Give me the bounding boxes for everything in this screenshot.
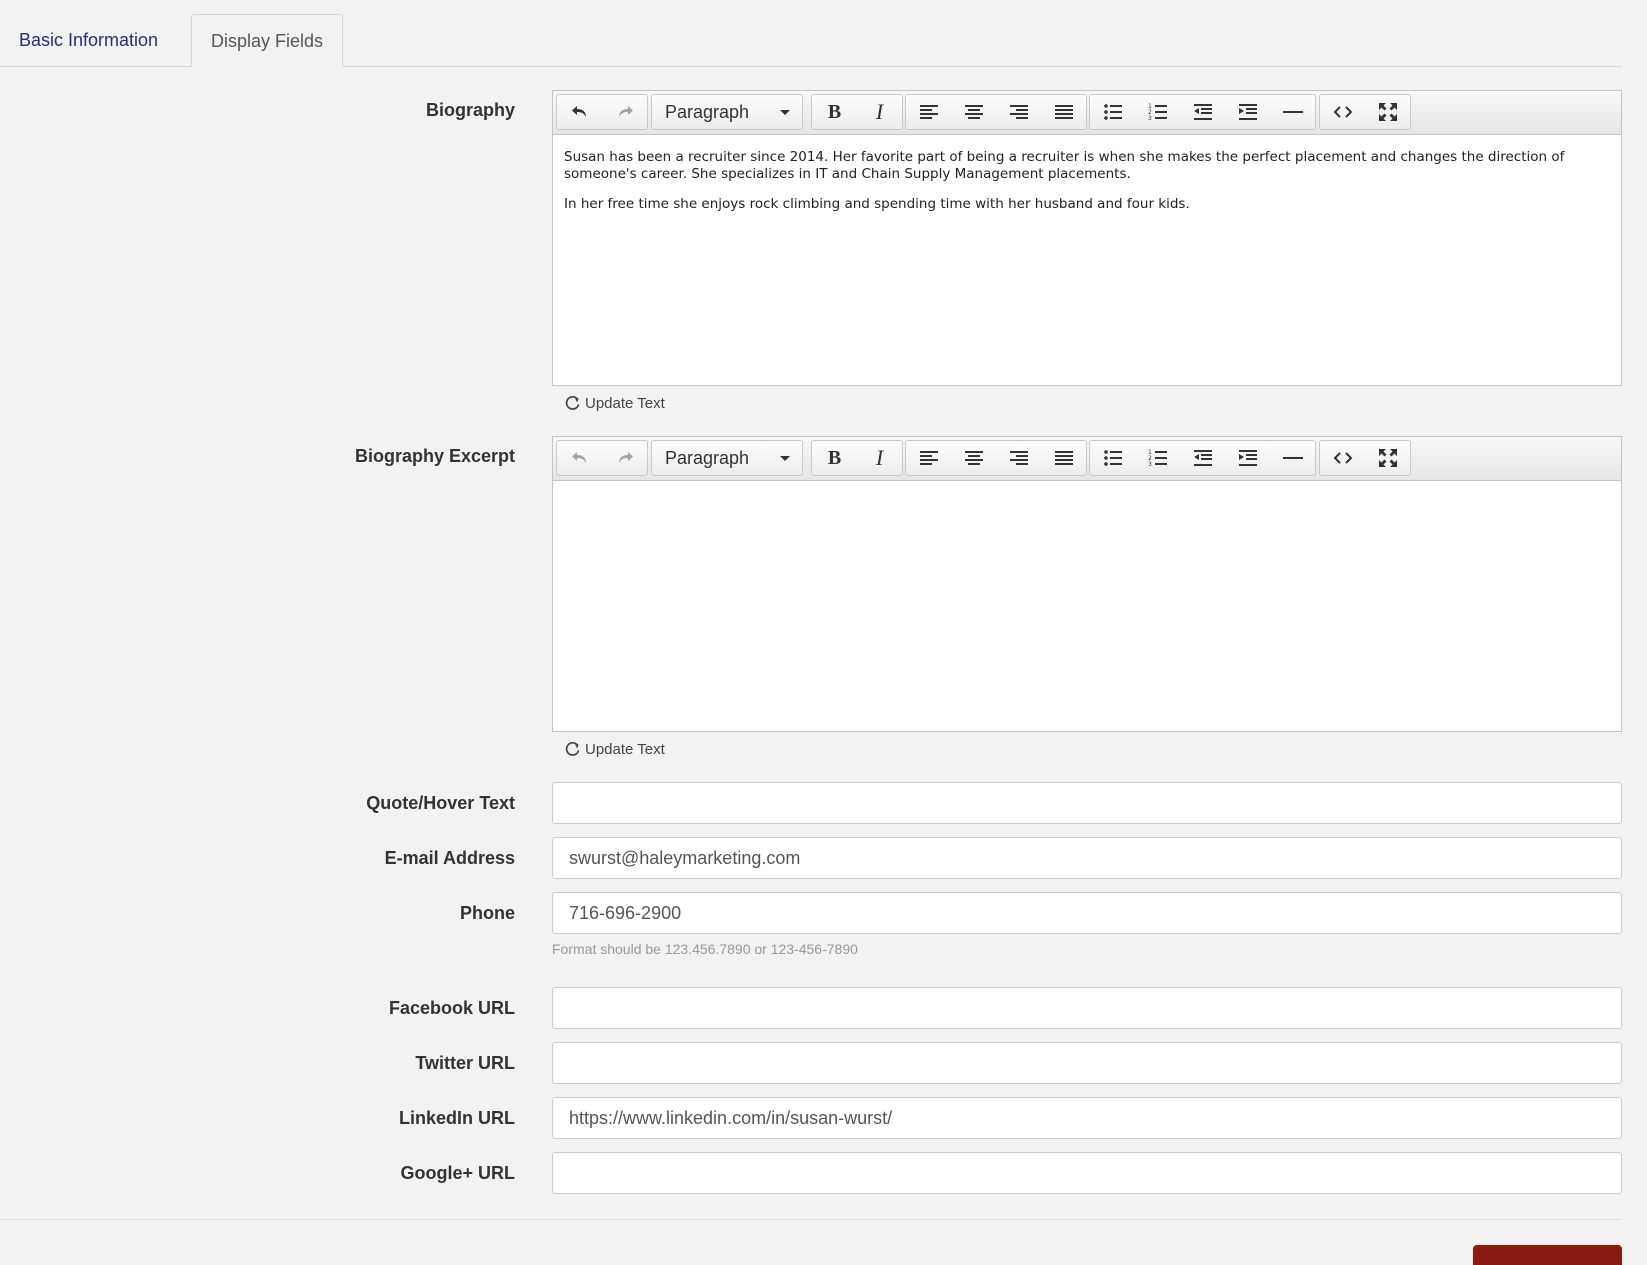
update-text-label: Update Text: [585, 741, 665, 758]
phone-format-help: Format should be 123.456.7890 or 123-456…: [552, 941, 858, 957]
biography-paragraph: In her free time she enjoys rock climbin…: [564, 196, 1190, 212]
bold-icon[interactable]: B: [812, 441, 857, 475]
tab-display-fields[interactable]: Display Fields: [191, 14, 344, 67]
align-group: [905, 94, 1087, 130]
source-code-icon[interactable]: [1320, 441, 1365, 475]
biography-editor: Paragraph B I 123 Susan has been a recru…: [552, 90, 1622, 386]
phone-input[interactable]: [552, 892, 1622, 934]
format-select-label: Paragraph: [665, 101, 750, 122]
email-label: E-mail Address: [384, 848, 515, 868]
facebook-label: Facebook URL: [388, 998, 515, 1018]
format-select[interactable]: Paragraph: [652, 441, 802, 475]
bullet-list-icon[interactable]: [1090, 95, 1135, 129]
style-group: B I: [811, 440, 903, 476]
indent-icon[interactable]: [1225, 441, 1270, 475]
refresh-icon: [565, 396, 580, 410]
align-justify-icon[interactable]: [1041, 441, 1086, 475]
source-code-icon[interactable]: [1320, 95, 1365, 129]
align-left-icon[interactable]: [906, 95, 951, 129]
biography-excerpt-content[interactable]: [553, 481, 1621, 509]
editor-toolbar: Paragraph B I 123: [553, 437, 1621, 481]
linkedin-label: LinkedIn URL: [399, 1108, 515, 1128]
list-group: 123: [1089, 94, 1316, 130]
format-select-label: Paragraph: [665, 447, 750, 468]
format-group: Paragraph: [651, 94, 803, 130]
bold-icon[interactable]: B: [812, 95, 857, 129]
list-group: 123: [1089, 440, 1316, 476]
fullscreen-icon[interactable]: [1365, 95, 1410, 129]
update-text-button[interactable]: Update Text: [565, 741, 665, 758]
bullet-list-icon[interactable]: [1090, 441, 1135, 475]
save-button[interactable]: [1473, 1245, 1622, 1265]
footer-divider: [0, 1219, 1622, 1220]
update-text-label: Update Text: [585, 395, 665, 412]
align-center-icon[interactable]: [951, 441, 996, 475]
redo-icon[interactable]: [602, 95, 647, 129]
outdent-icon[interactable]: [1180, 441, 1225, 475]
biography-excerpt-label: Biography Excerpt: [354, 446, 515, 466]
editor-toolbar: Paragraph B I 123: [553, 91, 1621, 135]
italic-icon[interactable]: I: [857, 441, 902, 475]
numbered-list-icon[interactable]: 123: [1135, 441, 1180, 475]
outdent-icon[interactable]: [1180, 95, 1225, 129]
biography-excerpt-editor: Paragraph B I 123: [552, 436, 1622, 732]
fullscreen-icon[interactable]: [1365, 441, 1410, 475]
twitter-input[interactable]: [552, 1042, 1622, 1084]
align-left-icon[interactable]: [906, 441, 951, 475]
biography-paragraph: Susan has been a recruiter since 2014. H…: [564, 149, 1565, 182]
redo-icon[interactable]: [602, 441, 647, 475]
indent-icon[interactable]: [1225, 95, 1270, 129]
undo-icon[interactable]: [557, 95, 602, 129]
svg-text:3: 3: [1148, 115, 1152, 122]
refresh-icon: [565, 742, 580, 756]
style-group: B I: [811, 94, 903, 130]
horizontal-rule-icon[interactable]: [1270, 95, 1315, 129]
align-center-icon[interactable]: [951, 95, 996, 129]
history-group: [556, 440, 648, 476]
svg-text:3: 3: [1148, 461, 1152, 468]
italic-icon[interactable]: I: [857, 95, 902, 129]
align-right-icon[interactable]: [996, 441, 1041, 475]
twitter-label: Twitter URL: [415, 1053, 515, 1073]
view-group: [1319, 94, 1411, 130]
tab-bar: Basic Information Display Fields: [0, 0, 1622, 67]
quote-input[interactable]: [552, 782, 1622, 824]
biography-content[interactable]: Susan has been a recruiter since 2014. H…: [553, 135, 1621, 240]
view-group: [1319, 440, 1411, 476]
align-group: [905, 440, 1087, 476]
google-plus-label: Google+ URL: [400, 1163, 515, 1183]
biography-label: Biography: [425, 100, 515, 120]
align-right-icon[interactable]: [996, 95, 1041, 129]
align-justify-icon[interactable]: [1041, 95, 1086, 129]
linkedin-input[interactable]: [552, 1097, 1622, 1139]
horizontal-rule-icon[interactable]: [1270, 441, 1315, 475]
google-plus-input[interactable]: [552, 1152, 1622, 1194]
email-input[interactable]: [552, 837, 1622, 879]
undo-icon[interactable]: [557, 441, 602, 475]
history-group: [556, 94, 648, 130]
phone-label: Phone: [459, 903, 515, 923]
quote-label: Quote/Hover Text: [366, 793, 515, 813]
format-select[interactable]: Paragraph: [652, 95, 802, 129]
facebook-input[interactable]: [552, 987, 1622, 1029]
chevron-down-icon: [780, 110, 790, 115]
tab-basic-information[interactable]: Basic Information: [0, 14, 177, 66]
update-text-button[interactable]: Update Text: [565, 395, 665, 412]
numbered-list-icon[interactable]: 123: [1135, 95, 1180, 129]
format-group: Paragraph: [651, 440, 803, 476]
chevron-down-icon: [780, 456, 790, 461]
